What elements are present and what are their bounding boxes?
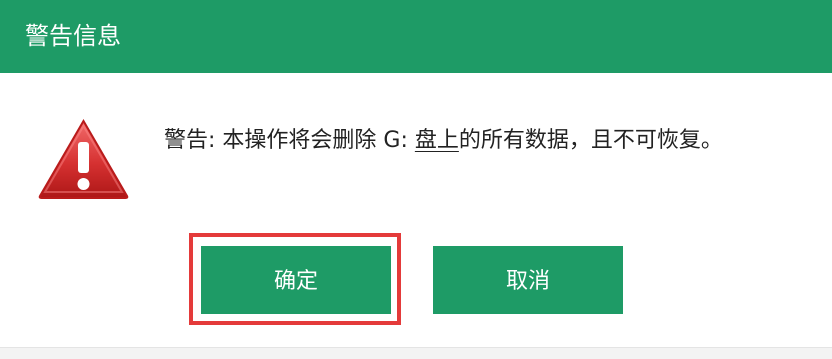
warning-message-prefix: 警告: 本操作将会删除 G: bbox=[164, 128, 415, 153]
dialog-titlebar: 警告信息 bbox=[0, 0, 832, 73]
warning-message-suffix: 的所有数据，且不可恢复。 bbox=[458, 128, 723, 153]
warning-message: 警告: 本操作将会删除 G: 盘上的所有数据，且不可恢复。 bbox=[164, 125, 804, 157]
dialog-title: 警告信息 bbox=[25, 22, 121, 50]
drive-location-text: 盘上 bbox=[414, 128, 459, 153]
warning-dialog: 警告信息 警告: 本操作将会删除 G: 盘上的所有数据，且不可恢复。 确定 取消 bbox=[0, 0, 832, 359]
dialog-bottom-strip bbox=[0, 347, 832, 359]
cancel-button[interactable]: 取消 bbox=[433, 246, 623, 314]
confirm-button[interactable]: 确定 bbox=[201, 246, 391, 314]
warning-triangle-icon bbox=[38, 119, 129, 199]
